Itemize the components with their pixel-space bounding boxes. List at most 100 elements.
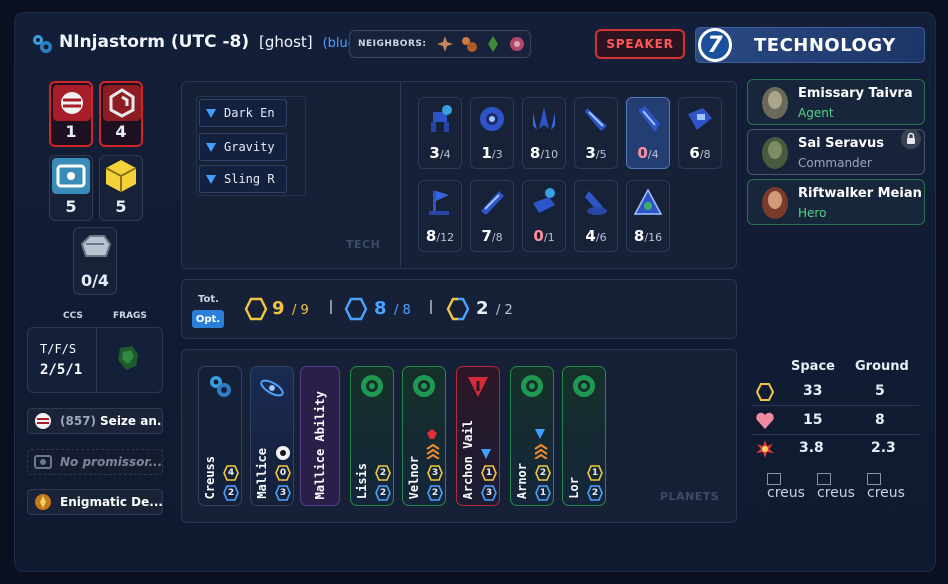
unit-max: /10 (540, 148, 559, 161)
tfs-value: 2/5/1 (40, 362, 83, 378)
unit-flagship[interactable]: 0/1 (522, 180, 566, 252)
fleet-token-b[interactable]: 5 (99, 155, 143, 221)
neighbors-label: NEIGHBORS: (358, 39, 427, 49)
relic-icon (35, 494, 51, 510)
neighbor-faction-icon[interactable] (460, 35, 478, 53)
command-a-value: 1 (65, 122, 77, 141)
leader-name: Riftwalker Meian (798, 186, 922, 201)
unit-max: /4 (647, 148, 659, 161)
creuss-planet-icon (210, 376, 231, 397)
unit-max: /8 (699, 148, 711, 161)
broken-image: creus (867, 473, 913, 501)
unit-max: /16 (644, 231, 663, 244)
strategy-card[interactable]: 7 TECHNOLOGY (695, 27, 925, 63)
leader-hero[interactable]: Riftwalker Meian Hero (747, 179, 925, 225)
pds-icon (480, 107, 504, 131)
planet-card-lor[interactable]: Lor 1 2 (562, 366, 606, 506)
explosion-icon (756, 440, 774, 458)
unit-max: /12 (436, 231, 455, 244)
opt-toggle[interactable]: Opt. (192, 310, 224, 328)
frags-label: FRAGS (113, 311, 147, 321)
fleet-token-icon (103, 85, 141, 121)
commodities-token[interactable]: 0/4 (73, 227, 117, 295)
planet-card-arnor[interactable]: Arnor 2 1 (510, 366, 554, 506)
influence-current: 8 (374, 298, 387, 319)
seize-action-card[interactable]: (857) Seize an... (27, 408, 163, 434)
promissory-slot[interactable]: No promissor... (27, 449, 163, 475)
planet-card-archon-vail[interactable]: Archon Vail 1 3 (456, 366, 500, 506)
stat-divider (751, 434, 919, 435)
tot-label: Tot. (198, 294, 219, 305)
unit-mech[interactable]: 3/4 (418, 97, 462, 169)
stat-space-value: 33 (803, 383, 823, 399)
hazardous-trait-icon (468, 377, 488, 397)
cube-icon (105, 160, 137, 192)
commodity-icon (80, 235, 112, 257)
unit-destroyer[interactable]: 3/5 (574, 97, 618, 169)
ccs-panel: T/F/S 2/5/1 (27, 327, 163, 393)
unit-space-dock[interactable]: 8/16 (626, 180, 670, 252)
unit-carrier[interactable]: 6/8 (678, 97, 722, 169)
neighbor-faction-icon[interactable] (436, 35, 454, 53)
unit-count: 0 (637, 144, 648, 162)
leader-commander[interactable]: Sai Seravus Commander (747, 129, 925, 175)
tech-item-gravity[interactable]: Gravity (199, 133, 287, 161)
player-panel: NInjastorm (UTC -8) [ghost] (blue) NEIGH… (14, 12, 936, 572)
destroyer-icon (585, 108, 607, 131)
planet-card-lisis[interactable]: Lisis 2 2 (350, 366, 394, 506)
planet-name: Lor (567, 477, 581, 499)
strategy-number: 7 (698, 28, 732, 62)
leader-name: Sai Seravus (798, 136, 884, 151)
planet-card-creuss[interactable]: Creuss 4 2 (198, 366, 242, 506)
unit-max: /8 (491, 231, 503, 244)
neighbor-faction-icon[interactable] (508, 35, 526, 53)
planet-influence-value: 2 (431, 488, 439, 498)
cultural-trait-icon (413, 375, 435, 397)
command-token-b[interactable]: 4 (99, 81, 143, 147)
leader-agent[interactable]: Emissary Taivra Agent (747, 79, 925, 125)
seize-prefix: (857) (60, 414, 97, 428)
space-dock-icon (52, 158, 90, 194)
unit-war-sun[interactable]: 4/6 (574, 180, 618, 252)
attachment-chevrons-icon (534, 443, 548, 459)
unit-pds[interactable]: 1/3 (470, 97, 514, 169)
warfare-skip-icon (427, 429, 437, 439)
broken-image: creus (767, 473, 813, 501)
command-token-a[interactable]: 1 (49, 81, 93, 147)
tfs-label: T/F/S (40, 342, 77, 356)
legendary-badge-icon (276, 446, 290, 460)
unit-count: 1 (481, 144, 492, 162)
flex-total: / 2 (496, 303, 513, 318)
tech-name: Dark En (224, 106, 275, 120)
planet-influence-value: 3 (485, 488, 493, 498)
planet-name: Mallice (255, 448, 269, 499)
cultural-fragment-icon[interactable] (114, 344, 142, 372)
unit-infantry[interactable]: 8/12 (418, 180, 462, 252)
fleet-token-a[interactable]: 5 (49, 155, 93, 221)
planet-influence-value: 2 (379, 488, 387, 498)
unit-dreadnought[interactable]: 7/8 (470, 180, 514, 252)
stat-ground-value: 8 (875, 412, 885, 428)
neighbor-faction-icon[interactable] (484, 35, 502, 53)
tech-item-dark-en[interactable]: Dark En (199, 99, 287, 127)
planet-resource-value: 3 (431, 468, 439, 478)
wormhole-icon (260, 379, 284, 397)
planet-card-velnor[interactable]: Velnor 3 2 (402, 366, 446, 506)
unit-max: /1 (543, 231, 555, 244)
unit-count: 8 (529, 144, 541, 162)
planet-card-mallice[interactable]: Mallice 0 3 (250, 366, 294, 506)
planet-name: Velnor (407, 455, 421, 499)
unit-fighter[interactable]: 8/10 (522, 97, 566, 169)
cultural-trait-icon (361, 375, 383, 397)
attachment-chevrons-icon (426, 443, 440, 459)
unit-count: 7 (481, 227, 492, 245)
planet-card-mallice-ability[interactable]: Mallice Ability (300, 366, 340, 506)
influence-hex-icon (344, 297, 368, 321)
unit-count: 8 (633, 227, 645, 245)
tech-item-sling-r[interactable]: Sling R (199, 165, 287, 193)
broken-image-icon (817, 473, 831, 485)
relic-item[interactable]: Enigmatic De... (27, 489, 163, 515)
propulsion-skip-icon (481, 449, 491, 459)
leader-portrait (762, 87, 788, 119)
unit-cruiser[interactable]: 0/4 (626, 97, 670, 169)
